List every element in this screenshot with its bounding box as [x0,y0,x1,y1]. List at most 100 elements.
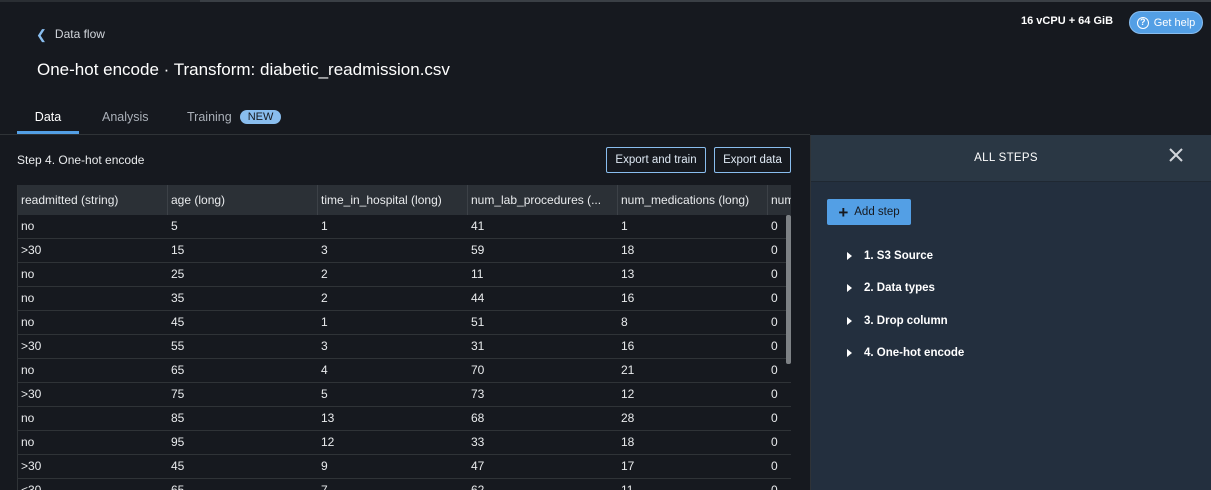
table-row: no 85 13 68 28 0 [18,407,791,431]
caret-right-icon [847,252,852,260]
table-cell: 41 [471,219,485,233]
table-cell: 5 [171,219,178,233]
table-cell: no [21,411,35,425]
table-cell: 51 [471,315,485,329]
step-item-label: 4. One-hot encode [864,347,965,359]
table-cell: 1 [621,219,628,233]
tab-data-label: Data [34,110,62,124]
table-row: >30 55 3 31 16 0 [18,335,791,359]
table-row: no 35 2 44 16 0 [18,287,791,311]
table-cell: 8 [621,315,628,329]
table-cell: 2 [321,267,328,281]
table-cell: 70 [471,363,485,377]
column-header[interactable]: readmitted (string) [18,185,168,215]
table-cell: 18 [621,243,635,257]
table-cell: no [21,219,35,233]
table-row: no 95 12 33 18 0 [18,431,791,455]
table-cell: 44 [471,291,485,305]
table-row: >30 15 3 59 18 0 [18,239,791,263]
table-cell: 12 [621,387,635,401]
close-icon[interactable] [1167,146,1185,164]
export-and-train-button[interactable]: Export and train [606,147,706,173]
breadcrumb-label: Data flow [54,27,105,41]
plus-icon: + [838,202,849,222]
table-cell: 1 [321,315,328,329]
table-cell: 13 [621,267,635,281]
table-cell: 95 [171,435,185,449]
table-cell: 5 [321,387,328,401]
column-header[interactable]: time_in_hospital (long) [318,185,468,215]
table-cell: 12 [321,435,335,449]
step-item-drop-column[interactable]: 3. Drop column [847,315,948,327]
table-cell: 35 [171,291,185,305]
column-header[interactable]: num_medications (long) [618,185,768,215]
table-row: no 65 4 70 21 0 [18,359,791,383]
table-body: no 5 1 41 1 0 >30 15 3 59 18 0 no 25 2 11 13 0 no 35 2 44 16 0 n… [18,215,791,490]
table-cell: 65 [171,363,185,377]
compute-resources: 16 vCPU + 64 GiB [1021,15,1114,27]
caret-right-icon [847,349,852,357]
step-item-s3-source[interactable]: 1. S3 Source [847,250,933,262]
table-cell: 1 [321,219,328,233]
table-cell: 45 [171,459,185,473]
table-row: no 45 1 51 8 0 [18,311,791,335]
table-cell: 0 [771,483,778,490]
table-cell: 28 [621,411,635,425]
table-cell: 0 [771,459,778,473]
table-cell: 62 [471,483,485,490]
table-cell: 73 [471,387,485,401]
table-cell: 31 [471,339,485,353]
caret-right-icon [847,284,852,292]
table-cell: 3 [321,339,328,353]
table-cell: 59 [471,243,485,257]
column-header[interactable]: num [768,185,791,215]
breadcrumb-back-link[interactable]: ❮ Data flow [36,27,105,41]
table-row: >30 75 5 73 12 0 [18,383,791,407]
table-cell: no [21,435,35,449]
table-cell: 25 [171,267,185,281]
column-header[interactable]: age (long) [168,185,318,215]
table-cell: 85 [171,411,185,425]
table-cell: >30 [21,387,42,401]
tab-analysis[interactable]: Analysis [102,100,149,134]
table-row: <30 65 7 62 11 0 [18,479,791,490]
all-steps-panel: ALL STEPS + Add step 1. S3 Source 2. Dat… [810,135,1211,490]
table-cell: 21 [621,363,635,377]
tab-data[interactable]: Data [17,100,79,134]
table-cell: >30 [21,243,42,257]
table-row: no 5 1 41 1 0 [18,215,791,239]
top-border [0,0,1211,2]
add-step-button[interactable]: + Add step [827,199,911,225]
panel-title: ALL STEPS [974,152,1038,164]
get-help-label: Get help [1153,16,1196,29]
table-cell: 0 [771,411,778,425]
panel-header: ALL STEPS [811,135,1211,182]
column-header[interactable]: num_lab_procedures (... [468,185,618,215]
table-cell: 15 [171,243,185,257]
step-item-one-hot-encode[interactable]: 4. One-hot encode [847,347,964,359]
table-cell: 45 [171,315,185,329]
new-badge: NEW [239,110,282,124]
tab-training[interactable]: Training NEW [187,100,282,134]
step-item-data-types[interactable]: 2. Data types [847,282,935,294]
tab-analysis-label: Analysis [102,110,149,124]
table-cell: no [21,267,35,281]
table-cell: no [21,363,35,377]
table-row: no 25 2 11 13 0 [18,263,791,287]
export-data-button[interactable]: Export data [714,147,791,173]
table-cell: 0 [771,435,778,449]
get-help-button[interactable]: ? Get help [1129,11,1203,34]
tab-training-label: Training [187,110,232,124]
question-icon: ? [1136,16,1149,29]
table-cell: no [21,315,35,329]
table-scrollbar[interactable] [786,215,791,364]
table-cell: no [21,291,35,305]
table-cell: 0 [771,387,778,401]
table-cell: 3 [321,243,328,257]
table-cell: 68 [471,411,485,425]
step-item-label: 2. Data types [864,282,935,294]
table-cell: 13 [321,411,335,425]
tab-divider [0,134,810,135]
tab-bar: Data Analysis Training NEW [17,100,810,134]
table-cell: 2 [321,291,328,305]
